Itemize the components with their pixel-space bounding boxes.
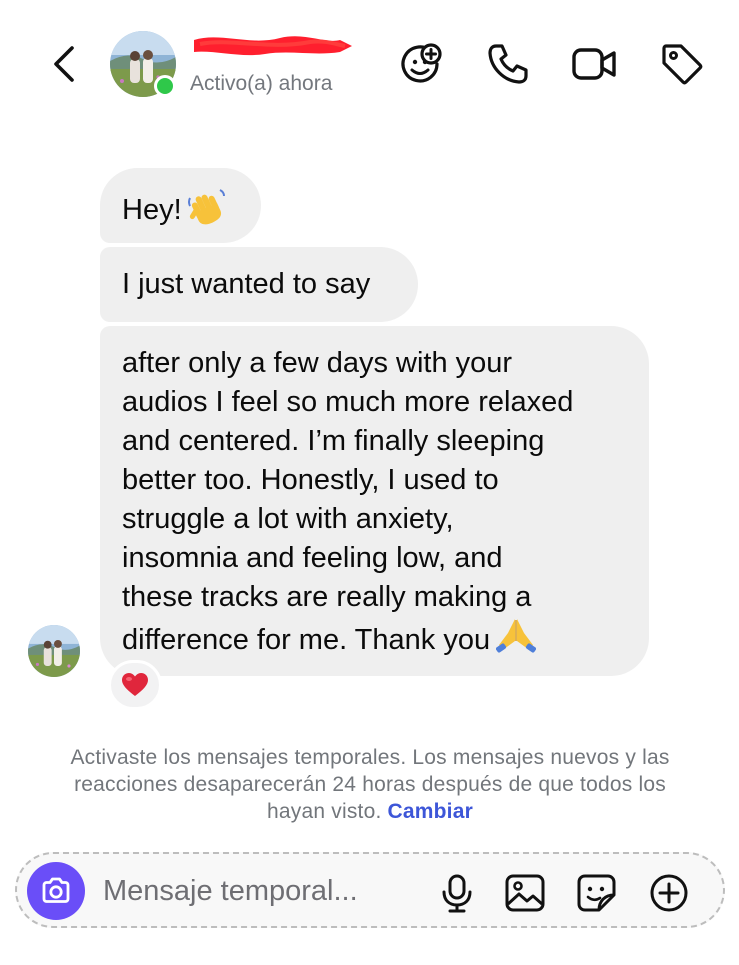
- add-effects-icon: [401, 43, 442, 83]
- camera-icon: [42, 877, 70, 903]
- message-text: I just wanted to say: [122, 268, 371, 300]
- heart-reaction[interactable]: [108, 660, 162, 710]
- message-composer: [15, 852, 725, 928]
- sticker-button[interactable]: [574, 871, 618, 915]
- message-input[interactable]: [103, 872, 413, 910]
- tag-icon: [662, 44, 703, 85]
- message-text: after only a few days with your audios I…: [122, 347, 574, 656]
- disappearing-messages-notice: Activaste los mensajes temporales. Los m…: [60, 744, 680, 825]
- phone-icon: [488, 44, 528, 84]
- tag-button[interactable]: [658, 40, 706, 88]
- folded-hands-emoji: [496, 617, 537, 664]
- add-icon: [650, 874, 688, 912]
- message-bubble[interactable]: Hey!: [100, 168, 261, 243]
- contact-name-redacted[interactable]: [190, 30, 355, 60]
- add-effects-button[interactable]: [398, 40, 446, 88]
- sender-avatar[interactable]: [28, 625, 80, 677]
- heart-icon: [122, 673, 148, 696]
- chat-header: Activo(a) ahora: [0, 0, 739, 130]
- microphone-icon: [442, 874, 472, 913]
- waving-hand-emoji: [186, 186, 226, 237]
- online-indicator: [154, 75, 176, 97]
- notice-text: Activaste los mensajes temporales. Los m…: [70, 746, 670, 823]
- message-text: Hey!: [122, 194, 182, 227]
- gallery-icon: [505, 874, 545, 912]
- back-chevron-icon: [54, 46, 74, 82]
- more-options-button[interactable]: [647, 871, 691, 915]
- audio-call-button[interactable]: [484, 40, 532, 88]
- video-call-button[interactable]: [570, 40, 618, 88]
- change-link[interactable]: Cambiar: [388, 800, 473, 823]
- presence-status: Activo(a) ahora: [190, 72, 333, 95]
- sticker-icon: [577, 874, 616, 912]
- back-button[interactable]: [46, 42, 82, 86]
- voice-message-button[interactable]: [435, 871, 479, 915]
- gallery-button[interactable]: [503, 871, 547, 915]
- message-bubble[interactable]: after only a few days with your audios I…: [100, 326, 649, 676]
- message-bubble[interactable]: I just wanted to say: [100, 247, 418, 322]
- camera-button[interactable]: [27, 862, 85, 920]
- video-camera-icon: [572, 48, 616, 80]
